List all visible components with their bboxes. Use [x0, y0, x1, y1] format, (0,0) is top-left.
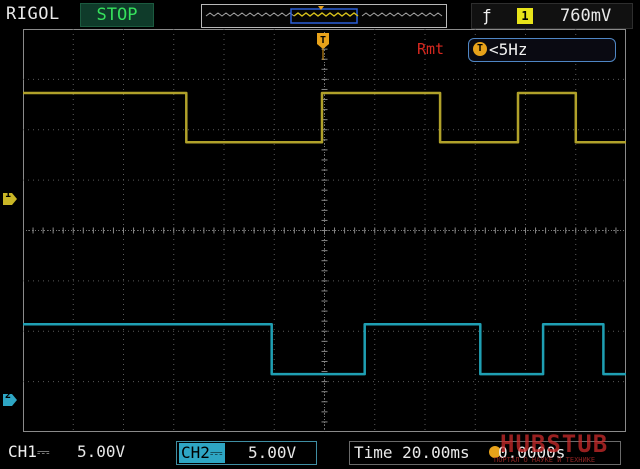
dc-coupling-icon: ⎓: [209, 443, 223, 462]
trigger-level-value: 760mV: [560, 6, 612, 26]
ch1-offset-marker[interactable]: 1: [3, 189, 17, 205]
frequency-counter-box[interactable]: T <5Hz: [468, 38, 616, 62]
trigger-badge-icon: T: [473, 42, 487, 56]
bottom-status-bar: CH1⎓ 5.00V CH2⎓ 5.00V Time 20.00ms 0.000…: [0, 430, 640, 469]
ch2-scale: 5.00V: [248, 443, 297, 462]
memory-depth-indicator: [201, 4, 447, 28]
brand-label: RIGOL: [6, 4, 60, 24]
top-status-bar: RIGOL STOP ƒ 1 760mV: [0, 0, 640, 30]
measure-mode-label: Rmt: [417, 40, 445, 58]
trigger-position-marker-icon: T: [317, 33, 329, 60]
ch2-label-text: CH2: [181, 443, 210, 462]
watermark-subtitle: ПОРТАЛ О НАУКЕ И ТЕХНИКЕ: [494, 456, 596, 464]
ch1-marker-label: 1: [5, 189, 12, 200]
trigger-source-badge: 1: [517, 8, 533, 24]
ch1-info[interactable]: CH1⎓: [8, 442, 50, 462]
ch1-scale: 5.00V: [77, 442, 126, 461]
watermark-logo: HUBSTUB: [500, 430, 609, 458]
ch1-label: CH1: [8, 442, 37, 461]
svg-text:T: T: [320, 35, 326, 46]
ch2-info[interactable]: CH2⎓ 5.00V: [176, 441, 317, 465]
dc-coupling-icon: ⎓: [36, 442, 50, 461]
waveform-display[interactable]: [23, 29, 626, 432]
ch2-marker-label: 2: [5, 390, 12, 401]
rising-edge-icon: ƒ: [482, 6, 492, 25]
frequency-value: <5Hz: [489, 40, 528, 59]
memory-waveform-icon: [205, 6, 443, 24]
ch2-label: CH2⎓: [179, 443, 225, 463]
trigger-settings-panel[interactable]: ƒ 1 760mV: [471, 3, 633, 29]
timebase-scale: Time 20.00ms: [354, 443, 470, 462]
run-stop-status[interactable]: STOP: [80, 3, 154, 27]
ch2-offset-marker[interactable]: 2: [3, 390, 17, 406]
